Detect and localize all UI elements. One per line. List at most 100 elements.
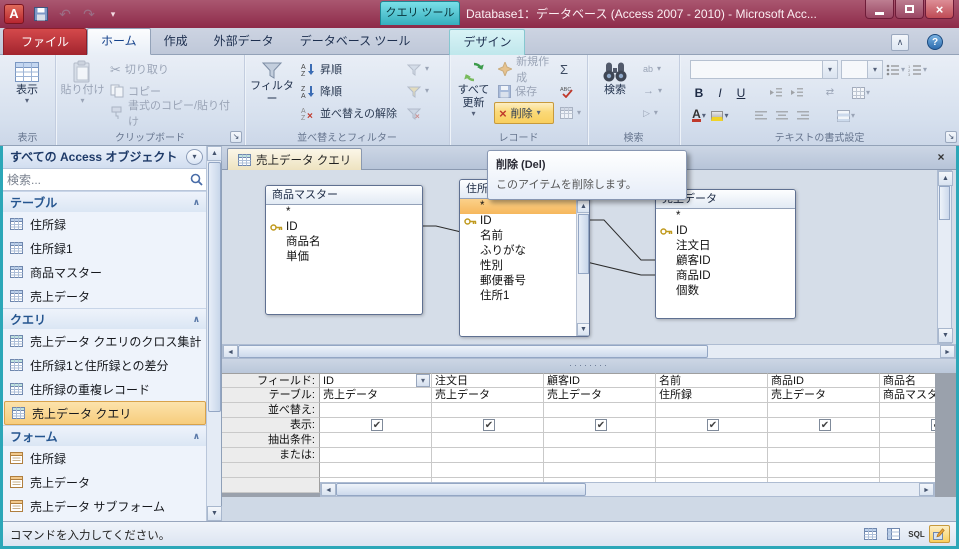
grid-cell-criteria[interactable]: [768, 433, 880, 448]
redo-button[interactable]: ↷: [78, 3, 100, 25]
save-button[interactable]: [30, 3, 52, 25]
indent-increase-button[interactable]: [788, 83, 806, 102]
numbering-button[interactable]: 123 ▾: [908, 60, 927, 79]
grid-cell-field[interactable]: 名前: [656, 373, 768, 388]
font-size-combo[interactable]: ▾: [841, 60, 883, 79]
scroll-right-arrow[interactable]: ►: [919, 483, 934, 496]
design-vertical-scrollbar[interactable]: ▲ ▼: [937, 170, 953, 344]
font-family-combo[interactable]: ▾: [690, 60, 838, 79]
tab-database-tools[interactable]: データベース ツール: [287, 29, 424, 55]
grid-cell-or[interactable]: [768, 448, 880, 463]
nav-item-table[interactable]: 住所録1: [3, 236, 207, 260]
sql-view-button[interactable]: SQL: [906, 525, 927, 543]
scroll-thumb[interactable]: [238, 345, 708, 358]
grid-cell-show[interactable]: ✔: [544, 418, 656, 433]
scroll-down-arrow[interactable]: ▼: [207, 506, 222, 521]
font-color-button[interactable]: A ▾: [690, 106, 708, 125]
field-row[interactable]: ID: [656, 224, 795, 239]
nav-section-tables[interactable]: テーブル ∧: [3, 191, 207, 212]
grid-cell-sort[interactable]: [320, 403, 432, 418]
minimize-ribbon-button[interactable]: ∧: [891, 34, 909, 51]
grid-cell-criteria[interactable]: [656, 433, 768, 448]
grid-cell-table[interactable]: 売上データ: [432, 388, 544, 403]
nav-item-form[interactable]: 住所録: [3, 446, 207, 470]
scroll-thumb[interactable]: [578, 214, 589, 274]
maximize-button[interactable]: [895, 0, 924, 19]
field-row[interactable]: 住所1: [460, 289, 576, 304]
bullets-button[interactable]: ▾: [886, 60, 905, 79]
tab-home[interactable]: ホーム: [87, 28, 151, 55]
grid-cell-show[interactable]: ✔: [320, 418, 432, 433]
indent-decrease-button[interactable]: [767, 83, 785, 102]
find-button[interactable]: 検索: [591, 58, 639, 126]
grid-cell-field[interactable]: 顧客ID: [544, 373, 656, 388]
more-records-button[interactable]: ▾: [556, 102, 585, 124]
close-document-button[interactable]: ×: [933, 150, 949, 166]
nav-scrollbar[interactable]: ▲ ▼: [206, 146, 222, 521]
field-row[interactable]: 名前: [460, 229, 576, 244]
field-list-uriage-data[interactable]: 売上データ * ID 注文日 顧客ID 商品ID 個数: [655, 189, 796, 319]
grid-cell-empty[interactable]: [432, 463, 544, 478]
field-row[interactable]: 郵便番号: [460, 274, 576, 289]
field-list-jushoroku[interactable]: 住所録 * ID 名前 ふりがな 性別 郵便番号 住所1 ▲ ▼: [459, 179, 590, 337]
minimize-button[interactable]: [865, 0, 894, 19]
nav-pane-title[interactable]: すべての Access オブジェクト ▾: [3, 146, 207, 169]
save-record-button[interactable]: 保存: [494, 80, 554, 102]
search-bar[interactable]: 検索...: [3, 169, 207, 191]
design-view-button[interactable]: [929, 525, 950, 543]
search-icon[interactable]: [190, 173, 203, 186]
nav-item-form[interactable]: 売上データ: [3, 470, 207, 494]
scroll-left-arrow[interactable]: ◄: [321, 483, 336, 496]
undo-button[interactable]: ↶: [54, 3, 76, 25]
grid-cell-or[interactable]: [320, 448, 432, 463]
grid-cell-show[interactable]: ✔: [656, 418, 768, 433]
text-formatting-dialog-launcher[interactable]: ↘: [945, 131, 957, 143]
field-row-selected[interactable]: *: [460, 199, 576, 214]
field-list-scrollbar[interactable]: ▲ ▼: [576, 200, 589, 336]
replace-button[interactable]: ab ▾: [639, 58, 666, 80]
nav-item-table[interactable]: 住所録: [3, 212, 207, 236]
align-left-button[interactable]: [752, 106, 770, 125]
delete-button[interactable]: × 削除 ▾: [494, 102, 554, 124]
grid-cell-empty[interactable]: [544, 463, 656, 478]
field-row[interactable]: 商品名: [266, 235, 422, 250]
grid-cell-empty[interactable]: [880, 463, 935, 478]
field-row[interactable]: 顧客ID: [656, 254, 795, 269]
grid-cell-empty[interactable]: [320, 463, 432, 478]
scroll-up-arrow[interactable]: ▲: [938, 171, 953, 186]
field-list-title[interactable]: 商品マスター: [266, 186, 422, 205]
grid-cell-table[interactable]: 商品マスター: [880, 388, 935, 403]
cut-button[interactable]: ✂ 切り取り: [106, 58, 242, 80]
field-row[interactable]: *: [266, 205, 422, 220]
grid-cell-or[interactable]: [544, 448, 656, 463]
datasheet-view-button[interactable]: [860, 525, 881, 543]
refresh-all-button[interactable]: すべて 更新 ▾: [453, 58, 494, 126]
grid-cell-table[interactable]: 住所録: [656, 388, 768, 403]
nav-item-table[interactable]: 商品マスター: [3, 260, 207, 284]
field-row[interactable]: 商品ID: [656, 269, 795, 284]
nav-pane-menu-button[interactable]: ▾: [186, 149, 203, 165]
grid-cell-sort[interactable]: [432, 403, 544, 418]
show-checkbox-checked[interactable]: ✔: [595, 419, 607, 431]
nav-item-query[interactable]: 住所録の重複レコード: [3, 377, 207, 401]
toggle-filter-button[interactable]: ×: [403, 102, 433, 124]
pane-splitter[interactable]: ········: [222, 359, 956, 373]
scroll-thumb[interactable]: [939, 186, 950, 220]
totals-button[interactable]: Σ: [556, 58, 585, 80]
design-horizontal-scrollbar[interactable]: ◄ ►: [222, 344, 956, 359]
filter-button[interactable]: フィルター: [248, 58, 296, 126]
field-row[interactable]: ふりがな: [460, 244, 576, 259]
grid-cell-table[interactable]: 売上データ: [544, 388, 656, 403]
scroll-right-arrow[interactable]: ►: [940, 345, 955, 358]
grid-horizontal-scrollbar[interactable]: ◄ ►: [320, 482, 935, 497]
show-checkbox-checked[interactable]: ✔: [371, 419, 383, 431]
grid-cell-sort[interactable]: [656, 403, 768, 418]
underline-button[interactable]: U: [732, 83, 750, 102]
sort-ascending-button[interactable]: AZ 昇順: [296, 58, 401, 80]
highlight-color-button[interactable]: ▾: [711, 106, 729, 125]
nav-item-form[interactable]: 売上データ サブフォーム: [3, 494, 207, 518]
search-input[interactable]: 検索...: [7, 171, 190, 188]
grid-cell-sort[interactable]: [544, 403, 656, 418]
grid-cell-empty[interactable]: [656, 463, 768, 478]
sort-descending-button[interactable]: ZA 降順: [296, 80, 401, 102]
